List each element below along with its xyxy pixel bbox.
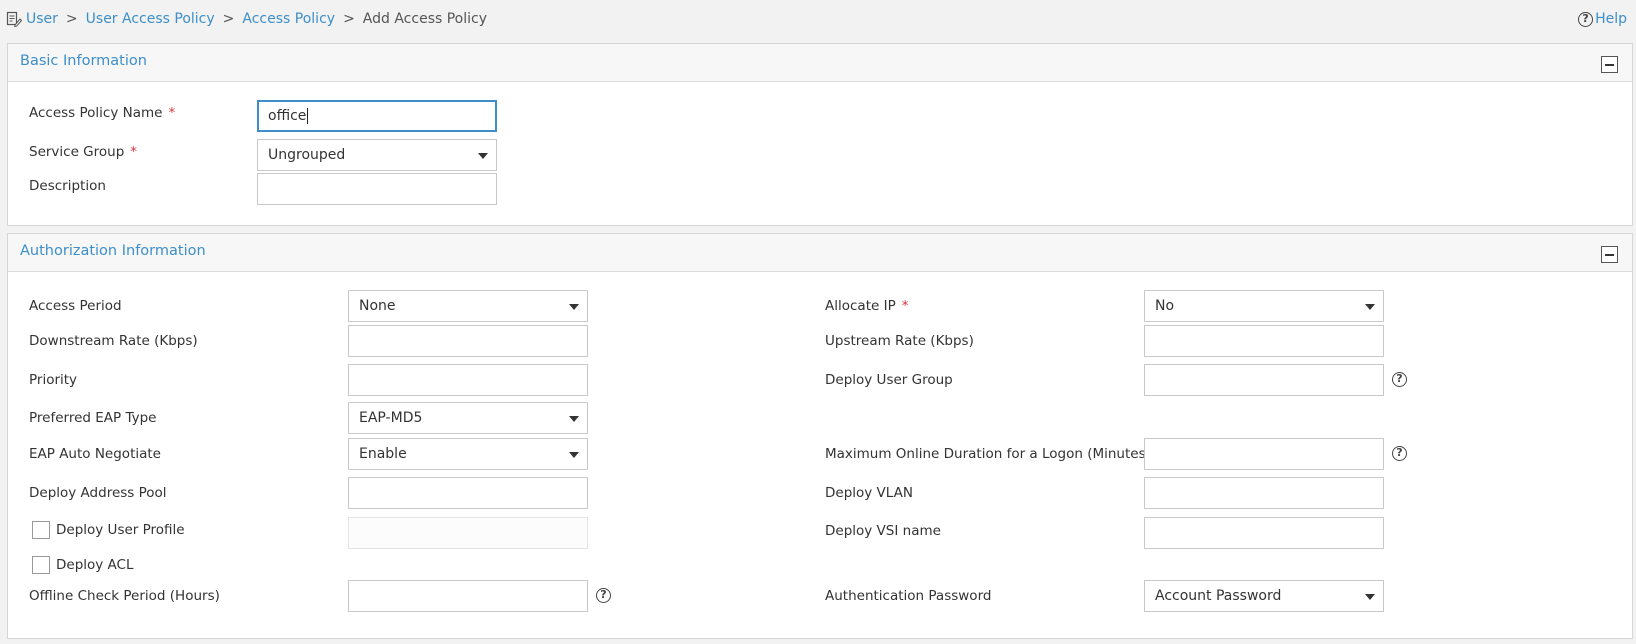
- priority-input[interactable]: [348, 364, 588, 396]
- breadcrumb-separator: >: [343, 11, 355, 27]
- upstream-rate-label: Upstream Rate (Kbps): [825, 333, 974, 349]
- breadcrumb-user-access-policy[interactable]: User Access Policy: [86, 11, 215, 27]
- deploy-vlan-input[interactable]: [1144, 477, 1384, 509]
- authentication-password-select[interactable]: Account Password: [1144, 580, 1384, 612]
- breadcrumb-user[interactable]: User: [26, 11, 58, 27]
- dropdown-arrow-icon: [1365, 304, 1375, 310]
- preferred-eap-type-value: EAP-MD5: [359, 410, 423, 426]
- access-policy-name-label: Access Policy Name *: [29, 105, 175, 121]
- breadcrumb-separator: >: [65, 11, 78, 27]
- allocate-ip-value: No: [1155, 298, 1175, 314]
- help-label: Help: [1595, 11, 1627, 27]
- breadcrumb-access-policy[interactable]: Access Policy: [242, 11, 335, 27]
- description-input[interactable]: [257, 173, 497, 205]
- deploy-acl-checkbox[interactable]: [32, 556, 50, 574]
- allocate-ip-text: Allocate IP: [825, 298, 896, 314]
- authorization-information-title: Authorization Information: [20, 243, 206, 259]
- upstream-rate-input[interactable]: [1144, 325, 1384, 357]
- max-online-help-icon[interactable]: ?: [1392, 446, 1407, 461]
- collapse-basic-button[interactable]: [1601, 56, 1618, 73]
- access-policy-name-value: office: [268, 108, 307, 124]
- authorization-information-panel: Authorization Information Access Period …: [7, 233, 1633, 639]
- basic-information-panel: Basic Information Access Policy Name * of…: [7, 43, 1633, 226]
- allocate-ip-select[interactable]: No: [1144, 290, 1384, 322]
- deploy-user-group-input[interactable]: [1144, 364, 1384, 396]
- deploy-vlan-label: Deploy VLAN: [825, 485, 913, 501]
- text-cursor: [307, 108, 309, 124]
- eap-auto-negotiate-label: EAP Auto Negotiate: [29, 446, 161, 462]
- deploy-acl-label: Deploy ACL: [56, 557, 134, 573]
- dropdown-arrow-icon: [1365, 594, 1375, 600]
- allocate-ip-label: Allocate IP *: [825, 298, 908, 314]
- required-mark: *: [901, 298, 909, 314]
- preferred-eap-type-label: Preferred EAP Type: [29, 410, 157, 426]
- deploy-vsi-name-input[interactable]: [1144, 517, 1384, 549]
- deploy-user-profile-label: Deploy User Profile: [56, 522, 185, 538]
- authorization-information-header: Authorization Information: [8, 234, 1632, 272]
- service-group-select[interactable]: Ungrouped: [257, 139, 497, 171]
- deploy-address-pool-input[interactable]: [348, 477, 588, 509]
- offline-check-period-input[interactable]: [348, 580, 588, 612]
- eap-auto-negotiate-select[interactable]: Enable: [348, 438, 588, 470]
- dropdown-arrow-icon: [569, 452, 579, 458]
- service-group-label: Service Group *: [29, 144, 137, 160]
- user-group-help-icon[interactable]: ?: [1392, 372, 1407, 387]
- access-period-select[interactable]: None: [348, 290, 588, 322]
- eap-auto-negotiate-value: Enable: [359, 446, 407, 462]
- deploy-user-group-label: Deploy User Group: [825, 372, 953, 388]
- downstream-rate-label: Downstream Rate (Kbps): [29, 333, 198, 349]
- priority-label: Priority: [29, 372, 78, 388]
- description-label: Description: [29, 178, 106, 194]
- basic-information-title: Basic Information: [20, 53, 147, 69]
- deploy-vsi-name-label: Deploy VSI name: [825, 523, 941, 539]
- service-group-text: Service Group: [29, 144, 125, 160]
- deploy-address-pool-label: Deploy Address Pool: [29, 485, 167, 501]
- breadcrumb-current: Add Access Policy: [362, 11, 487, 27]
- basic-information-header: Basic Information: [8, 44, 1632, 82]
- dropdown-arrow-icon: [478, 153, 488, 159]
- max-online-duration-input[interactable]: [1144, 438, 1384, 470]
- deploy-user-profile-checkbox[interactable]: [32, 521, 50, 539]
- required-mark: *: [168, 105, 176, 121]
- authentication-password-value: Account Password: [1155, 588, 1282, 604]
- required-mark: *: [130, 144, 138, 160]
- offline-check-period-label: Offline Check Period (Hours): [29, 588, 220, 604]
- dropdown-arrow-icon: [569, 416, 579, 422]
- collapse-authorization-button[interactable]: [1601, 246, 1618, 263]
- access-policy-name-text: Access Policy Name: [29, 105, 163, 121]
- breadcrumb: User > User Access Policy > Access Polic…: [6, 11, 487, 27]
- authentication-password-label: Authentication Password: [825, 588, 992, 604]
- top-bar: User > User Access Policy > Access Polic…: [0, 0, 1636, 42]
- downstream-rate-input[interactable]: [348, 325, 588, 357]
- deploy-user-profile-input: [348, 517, 588, 549]
- policy-document-icon: [6, 11, 22, 27]
- offline-check-help-icon[interactable]: ?: [596, 588, 611, 603]
- preferred-eap-type-select[interactable]: EAP-MD5: [348, 402, 588, 434]
- access-period-label: Access Period: [29, 298, 122, 314]
- help-link[interactable]: ? Help: [1578, 11, 1627, 27]
- access-policy-name-input[interactable]: office: [257, 100, 497, 132]
- max-online-duration-label: Maximum Online Duration for a Logon (Min…: [825, 446, 1151, 462]
- service-group-value: Ungrouped: [268, 147, 346, 163]
- dropdown-arrow-icon: [569, 304, 579, 310]
- access-period-value: None: [359, 298, 396, 314]
- breadcrumb-separator: >: [222, 11, 235, 27]
- help-icon: ?: [1578, 11, 1594, 27]
